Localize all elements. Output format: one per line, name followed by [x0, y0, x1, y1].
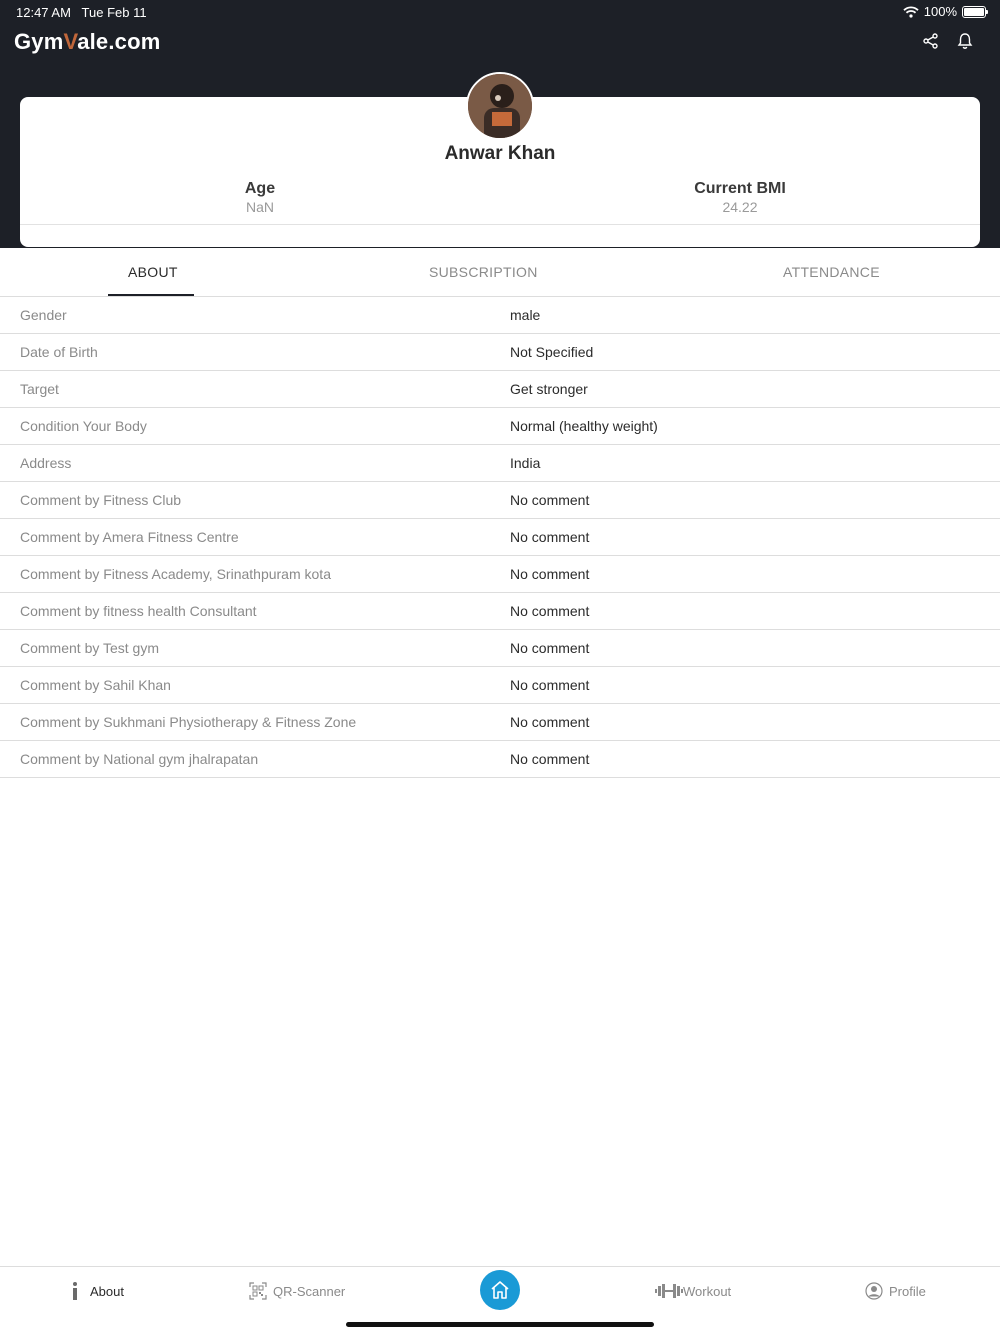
bmi-label: Current BMI	[694, 180, 786, 197]
detail-value: No comment	[510, 529, 590, 545]
detail-value: No comment	[510, 640, 590, 656]
tab-attendance[interactable]: ATTENDANCE	[783, 264, 880, 280]
detail-label: Comment by Sahil Khan	[20, 677, 171, 693]
detail-row: Comment by Test gym No comment	[0, 630, 1000, 667]
detail-row: Comment by Amera Fitness Centre No commen…	[0, 519, 1000, 556]
home-icon	[491, 1281, 509, 1299]
logo-v-mark: V	[63, 29, 78, 54]
detail-value: No comment	[510, 492, 590, 508]
share-icon[interactable]	[922, 32, 940, 50]
detail-value: male	[510, 307, 541, 323]
detail-label: Comment by fitness health Consultant	[20, 603, 257, 619]
detail-row: Comment by Fitness Academy, Srinathpuram…	[0, 556, 1000, 593]
detail-label: Comment by Fitness Academy, Srinathpuram…	[20, 566, 331, 582]
nav-workout-label: Workout	[683, 1283, 732, 1299]
status-right: 100%	[903, 4, 988, 19]
detail-value: No comment	[510, 751, 590, 767]
detail-label: Comment by Amera Fitness Centre	[20, 529, 239, 545]
tab-bar: ABOUT SUBSCRIPTION ATTENDANCE	[0, 248, 1000, 297]
detail-label: Date of Birth	[20, 344, 98, 360]
dumbbell-icon	[655, 1284, 683, 1298]
detail-row: Comment by fitness health Consultant No c…	[0, 593, 1000, 630]
battery-percent: 100%	[923, 4, 957, 19]
age-stat: Age NaN	[110, 180, 410, 215]
detail-value: No comment	[510, 714, 590, 730]
detail-row: Condition Your Body Normal (healthy weigh…	[0, 408, 1000, 445]
user-icon	[865, 1282, 883, 1300]
detail-label: Condition Your Body	[20, 418, 147, 434]
detail-label: Comment by Fitness Club	[20, 492, 182, 508]
detail-row: Comment by Fitness Club No comment	[0, 482, 1000, 519]
active-tab-indicator	[108, 294, 194, 296]
detail-value: No comment	[510, 603, 590, 619]
app-logo[interactable]: GymVale.com	[14, 29, 161, 55]
home-indicator-bar	[346, 1322, 654, 1327]
tab-subscription[interactable]: SUBSCRIPTION	[429, 264, 538, 280]
detail-row: Comment by National gym jhalrapatan No co…	[0, 741, 1000, 778]
user-name: Anwar Khan	[444, 143, 556, 164]
avatar[interactable]	[466, 72, 534, 140]
detail-label: Comment by Test gym	[20, 640, 160, 656]
nav-about[interactable]: About	[68, 1281, 124, 1301]
detail-value: India	[510, 455, 541, 471]
bmi-value: 24.22	[722, 199, 758, 215]
detail-label: Target	[20, 381, 59, 397]
nav-about-label: About	[90, 1283, 124, 1299]
home-button[interactable]	[480, 1270, 520, 1310]
nav-workout[interactable]: Workout	[655, 1281, 731, 1301]
detail-value: No comment	[510, 566, 590, 582]
detail-row: Address India	[0, 445, 1000, 482]
detail-value: Get stronger	[510, 381, 588, 397]
card-divider	[20, 224, 980, 225]
detail-value: No comment	[510, 677, 590, 693]
nav-profile-label: Profile	[889, 1283, 926, 1299]
nav-profile[interactable]: Profile	[865, 1281, 926, 1301]
bell-icon[interactable]	[956, 32, 974, 50]
detail-row: Target Get stronger	[0, 371, 1000, 408]
nav-qr-label: QR-Scanner	[273, 1283, 346, 1299]
detail-label: Comment by Sukhmani Physiotherapy & Fitn…	[20, 714, 357, 730]
info-icon	[73, 1282, 77, 1300]
tab-about[interactable]: ABOUT	[128, 264, 178, 280]
detail-value: Normal (healthy weight)	[510, 418, 658, 434]
detail-row: Date of Birth Not Specified	[0, 334, 1000, 371]
nav-qr-scanner[interactable]: QR-Scanner	[249, 1281, 345, 1301]
battery-icon	[962, 5, 988, 18]
about-details-list: Gender male Date of Birth Not Specified Targ…	[0, 297, 1000, 778]
detail-label: Address	[20, 455, 72, 471]
age-label: Age	[244, 180, 276, 197]
qr-code-icon	[249, 1282, 267, 1300]
bottom-nav: About QR-Scanner Workout Profile	[0, 1266, 1000, 1334]
detail-label: Gender	[20, 307, 67, 323]
status-bar: 12:47 AM Tue Feb 11 100%	[0, 0, 1000, 24]
detail-value: Not Specified	[510, 344, 594, 360]
age-value: NaN	[245, 199, 274, 215]
bmi-stat: Current BMI 24.22	[590, 180, 890, 215]
detail-row: Comment by Sahil Khan No comment	[0, 667, 1000, 704]
detail-row: Gender male	[0, 297, 1000, 334]
status-time: 12:47 AM Tue Feb 11	[16, 5, 147, 20]
wifi-icon	[903, 5, 919, 18]
detail-row: Comment by Sukhmani Physiotherapy & Fitn…	[0, 704, 1000, 741]
detail-label: Comment by National gym jhalrapatan	[20, 751, 259, 767]
